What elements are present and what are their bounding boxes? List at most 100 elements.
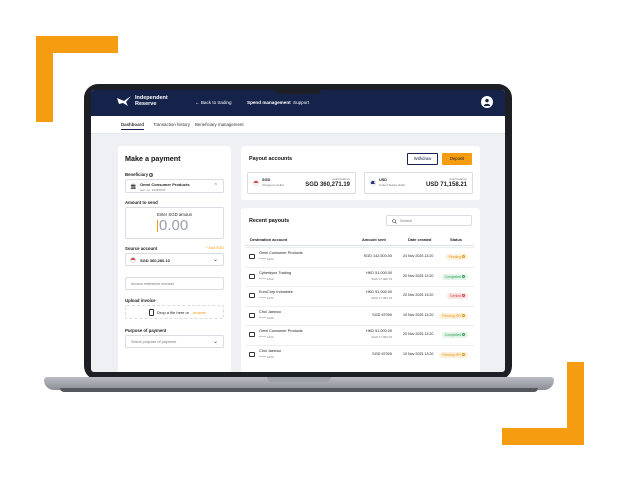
search-icon [392, 218, 397, 224]
info-icon: i [149, 173, 154, 177]
destination-name: Omni Consumer Products [259, 251, 303, 255]
invoice-reference-field[interactable]: Invoice reference number [125, 277, 224, 290]
source-account-select[interactable]: SGD 360,280.10 ⌄ [125, 253, 224, 266]
date-created: 20 Nov 2025 13:20 [403, 293, 434, 297]
brand-logo[interactable]: Independent Reserve [117, 95, 179, 107]
table-row[interactable]: Choi Jaewoo ****** 1234 SGD 67000 19 Nov 20… [245, 305, 474, 325]
destination-account: ****** 1234 [259, 315, 274, 320]
table-row[interactable]: Choi Jaewoo ****** 1234 SGD 67000 19 Nov 20… [245, 344, 474, 364]
purpose-label: Purpose of payment [125, 328, 167, 333]
source-account-label: Source account [125, 246, 158, 251]
eagle-logo-icon [117, 96, 131, 106]
tab-beneficiary-management[interactable]: Beneficiary management [195, 122, 244, 127]
laptop-screen: Independent Reserve ← Back to trading Sp… [91, 90, 505, 372]
beneficiary-account: Acc. no. 12345678 [140, 188, 166, 192]
avatar[interactable] [481, 96, 493, 108]
tab-dashboard[interactable]: Dashboard [121, 122, 144, 130]
avail-balance-label: Avail balance [332, 177, 350, 181]
bank-account-icon [249, 332, 255, 337]
status-badge: Pending RFI [439, 351, 468, 358]
search-placeholder: Search [400, 219, 413, 223]
corner-bracket-top-left-vertical [36, 36, 53, 122]
brand-line-2: Reserve [135, 101, 157, 107]
account-code: SGD [262, 178, 271, 182]
destination-account: ****** 1234 [259, 276, 274, 281]
amount-sent: HKD 51,000.00 [366, 329, 392, 333]
status-info-icon [462, 274, 465, 278]
column-header-status: Status [450, 237, 462, 242]
chevron-up-icon: ⌃ [213, 183, 218, 189]
sub-tabs: Dashboard Transaction history Beneficiar… [91, 116, 505, 134]
payout-accounts-title: Payout accounts [249, 156, 293, 162]
table-row[interactable]: Omni Consumer Products ****** 1234 HKD 51,… [245, 325, 474, 344]
table-row[interactable]: Cyberdyne Trading ****** 1234 HKD 51,000.0… [245, 266, 474, 286]
invoice-reference-placeholder: Invoice reference number [131, 282, 175, 286]
amount-sent: SGD 67000 [372, 312, 392, 317]
status-info-icon [462, 352, 465, 356]
beneficiary-name: Omni Consumer Products [140, 182, 190, 187]
withdraw-button[interactable]: Withdraw [407, 153, 438, 165]
amount-sent-secondary: SGD 17,000.79 [371, 276, 392, 281]
camera-notch [275, 84, 321, 94]
upload-dropzone[interactable]: Drop a file here or browse [125, 305, 224, 319]
payouts-table: Destination account Amount sent Date cre… [245, 234, 474, 372]
laptop-trackpad-notch [267, 377, 331, 382]
add-sgd-link[interactable]: + Add SGD [205, 246, 224, 250]
back-to-trading-link[interactable]: ← Back to trading [195, 100, 232, 105]
status-text: Completed [444, 274, 462, 279]
account-currency-name: Singapore dollar [262, 183, 284, 187]
date-created: 19 Nov 2025 13:20 [403, 312, 434, 317]
singapore-flag-icon [253, 180, 259, 186]
spend-management-link[interactable]: Spend management [247, 100, 291, 105]
browse-link[interactable]: browse [193, 310, 206, 315]
recent-payouts-card: Recent payouts Search Destination accoun… [241, 208, 480, 372]
chevron-down-icon: ⌄ [212, 257, 218, 263]
make-payment-card: Make a payment Beneficiary i 🏛 Omni Cons… [118, 146, 231, 372]
account-card-sgd[interactable]: SGD Singapore dollar Avail balance SGD 3… [247, 172, 356, 194]
status-badge: Denied [447, 293, 468, 299]
status-info-icon [462, 313, 465, 317]
status-text: Pending RFI [442, 313, 462, 318]
amount-label: Amount to send [125, 200, 158, 205]
date-created: 24 Nov 2025 13:20 [403, 254, 434, 258]
amount-sent-secondary: SGD 17,000.79 [371, 335, 392, 339]
beneficiary-select[interactable]: 🏛 Omni Consumer Products Acc. no. 123456… [125, 179, 224, 193]
destination-account: ****** 1234 [259, 354, 274, 359]
amount-sent: SGD 67000 [372, 351, 392, 356]
amount-sent: SGD 142,500.00 [363, 254, 392, 258]
amount-input[interactable]: Enter SGD amoun 0.00 [125, 207, 224, 239]
brand-name: Independent Reserve [135, 95, 179, 107]
status-badge: Pending [445, 254, 468, 260]
status-text: Pending [448, 255, 462, 259]
tab-transaction-history[interactable]: Transaction history [153, 122, 190, 127]
bank-icon: 🏛 [130, 184, 137, 190]
account-card-usd[interactable]: USD United States dollar Avail balance U… [364, 172, 473, 194]
amount-sent: HKD 51,000.00 [366, 270, 392, 275]
beneficiary-label-text: Beneficiary [125, 172, 149, 177]
status-text: Denied [450, 294, 462, 298]
destination-account: ****** 1234 [259, 335, 274, 339]
upload-invoice-label: Upload invoice [125, 298, 156, 303]
laptop-base-shadow [60, 388, 538, 392]
bank-account-icon [249, 351, 255, 357]
search-input[interactable]: Search [386, 215, 472, 226]
table-row[interactable]: EuroCorp Industries ****** 1234 HKD 51,000… [245, 286, 474, 305]
amount-value: 0.00 [159, 217, 189, 234]
table-row[interactable]: Omni Consumer Products ****** 1234 SGD 142… [245, 247, 474, 266]
bank-account-icon [249, 254, 255, 259]
destination-name: Choi Jaewoo [259, 348, 281, 353]
payout-accounts-card: Payout accounts Withdraw Deposit SGD Sin… [241, 146, 480, 200]
deposit-button[interactable]: Deposit [442, 153, 472, 165]
make-payment-title: Make a payment [125, 154, 181, 163]
account-code: USD [379, 178, 388, 182]
support-link[interactable]: Support [293, 100, 309, 105]
status-badge: Completed [441, 273, 468, 280]
united-states-flag-icon [370, 180, 376, 186]
status-info-icon [462, 255, 465, 258]
text-caret [157, 220, 158, 232]
purpose-select[interactable]: Select purpose of payment ⌄ [125, 335, 224, 348]
column-header-destination: Destination account [250, 237, 288, 242]
bank-account-icon [249, 312, 255, 318]
date-created: 20 Nov 2025 13:20 [403, 332, 434, 336]
table-header: Destination account Amount sent Date cre… [245, 234, 474, 246]
